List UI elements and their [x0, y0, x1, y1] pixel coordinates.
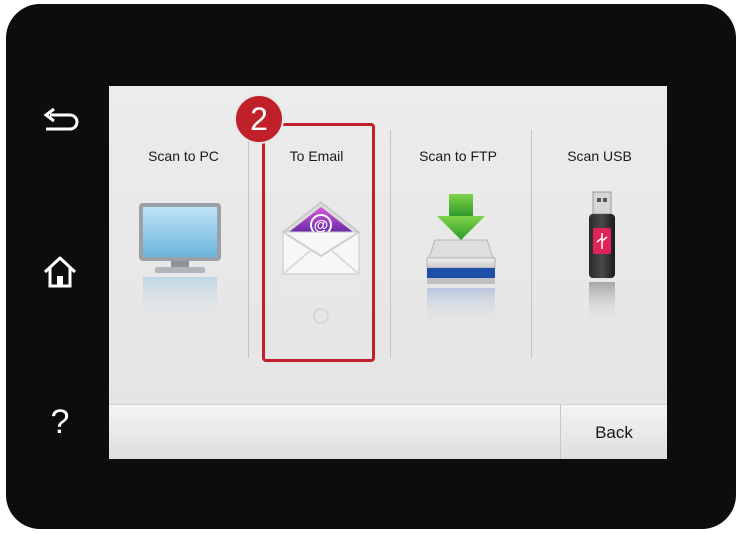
help-icon: ? — [50, 403, 70, 441]
monitor-icon — [137, 201, 223, 336]
bottom-bar: Back — [109, 404, 667, 459]
help-button[interactable]: ? — [30, 392, 90, 452]
back-arrow-icon — [43, 107, 79, 131]
ftp-drive-icon — [421, 190, 501, 335]
tile-label: Scan to PC — [148, 148, 219, 164]
back-arrow-button[interactable] — [30, 92, 90, 152]
tile-scan-to-pc[interactable]: Scan to PC — [109, 86, 248, 398]
step-number-badge: 2 — [234, 94, 284, 144]
back-button[interactable]: Back — [560, 405, 667, 459]
touch-screen: Scan to PC To Email @ Scan to FTP Scan U… — [109, 86, 667, 459]
home-button[interactable] — [30, 242, 90, 302]
usb-drive-icon — [584, 188, 620, 333]
tile-scan-to-ftp[interactable]: Scan to FTP — [391, 86, 531, 398]
tile-label: Scan to FTP — [419, 148, 497, 164]
tile-scan-usb[interactable]: Scan USB — [532, 86, 667, 398]
to-email-highlight-box — [262, 123, 375, 362]
tile-label: Scan USB — [567, 148, 632, 164]
home-icon — [43, 256, 77, 288]
